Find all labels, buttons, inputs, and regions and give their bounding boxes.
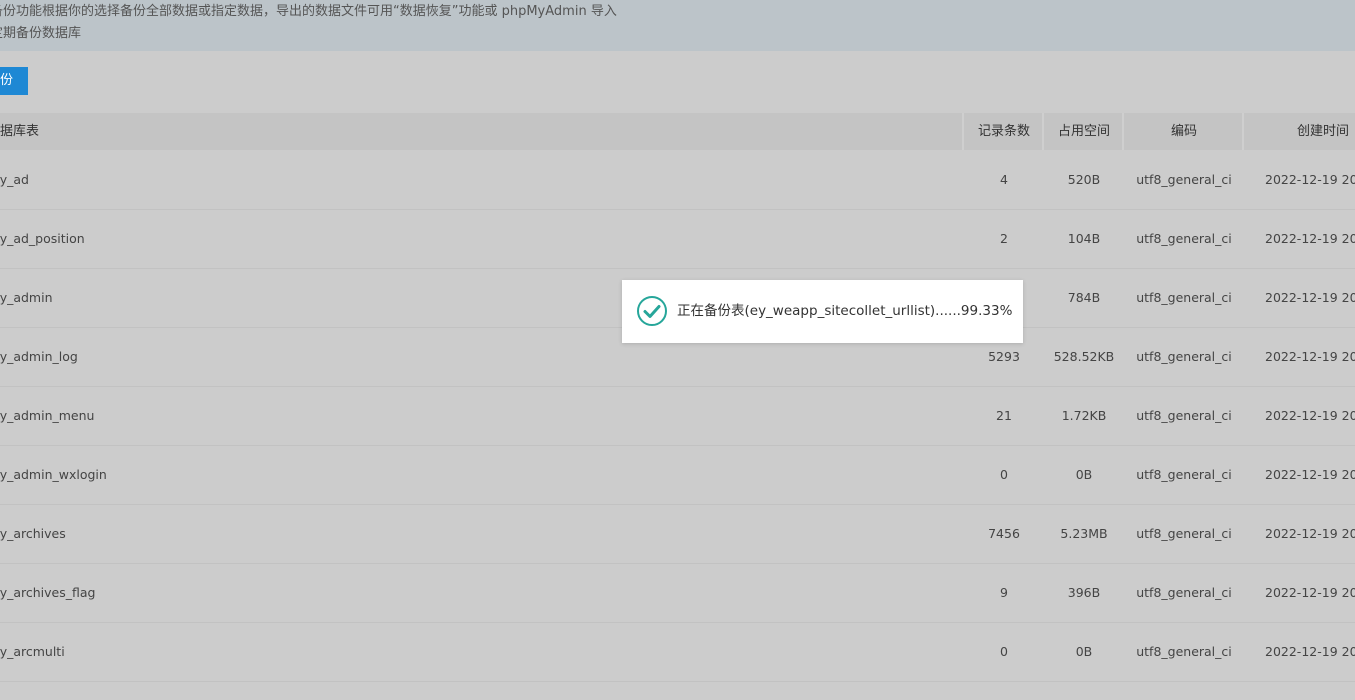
cell-created-time: 2022-12-19 20:3	[1265, 526, 1355, 541]
toast-message: 正在备份表(ey_weapp_sitecollet_urllist)......…	[677, 303, 1013, 319]
cell-table-name: ey_arcmulti	[0, 644, 65, 659]
cell-record-count: 0	[1000, 467, 1008, 482]
cell-table-name: ey_ad_position	[0, 231, 85, 246]
cell-table-name: ey_ad	[0, 172, 29, 187]
cell-encoding: utf8_general_ci	[1136, 349, 1232, 364]
cell-created-time: 2022-12-19 20:3	[1265, 290, 1355, 305]
cell-encoding: utf8_general_ci	[1136, 290, 1232, 305]
cell-record-count: 0	[1000, 644, 1008, 659]
header-table-name[interactable]: 数据库表	[0, 113, 39, 150]
cell-created-time: 2022-12-19 20:3	[1265, 644, 1355, 659]
cell-encoding: utf8_general_ci	[1136, 526, 1232, 541]
cell-space: 5.23MB	[1060, 526, 1108, 541]
cell-space: 0B	[1075, 644, 1093, 659]
cell-space: 104B	[1067, 231, 1101, 246]
cell-record-count: 9	[1000, 585, 1008, 600]
table-row[interactable]: ey_ad_position 2 104B utf8_general_ci 2022-1…	[0, 209, 1355, 269]
cell-space: 520B	[1067, 172, 1101, 187]
header-divider	[1242, 113, 1244, 150]
cell-encoding: utf8_general_ci	[1136, 231, 1232, 246]
table-row[interactable]: ey_admin_wxlogin 0 0B utf8_general_ci 2022-1…	[0, 445, 1355, 505]
table-row[interactable]: ey_ad 4 520B utf8_general_ci 2022-12-19 20:3	[0, 150, 1355, 210]
cell-created-time: 2022-12-19 20:3	[1265, 585, 1355, 600]
check-circle-icon	[637, 296, 667, 326]
cell-encoding: utf8_general_ci	[1136, 172, 1232, 187]
table-row[interactable]: ey_archives_flag 9 396B utf8_general_ci 2022…	[0, 563, 1355, 623]
cell-table-name: ey_admin_wxlogin	[0, 467, 107, 482]
cell-created-time: 2022-12-19 20:3	[1265, 408, 1355, 423]
cell-created-time: 2022-12-19 20:3	[1265, 231, 1355, 246]
cell-space: 528.52KB	[1053, 349, 1115, 364]
cell-created-time: 2022-12-19 20:3	[1265, 172, 1355, 187]
cell-space: 0B	[1075, 467, 1093, 482]
cell-space: 784B	[1067, 290, 1101, 305]
table-row[interactable]: ey_admin_menu 21 1.72KB utf8_general_ci 2022…	[0, 386, 1355, 446]
cell-table-name: ey_admin	[0, 290, 53, 305]
cell-record-count: 4	[1000, 172, 1008, 187]
cell-encoding: utf8_general_ci	[1136, 408, 1232, 423]
cell-created-time: 2022-12-19 20:3	[1265, 467, 1355, 482]
header-record-count[interactable]: 记录条数	[964, 113, 1044, 150]
header-created-time[interactable]: 创建时间	[1297, 113, 1349, 150]
cell-table-name: ey_archives	[0, 526, 66, 541]
backup-button-label: 备份	[0, 73, 14, 88]
cell-encoding: utf8_general_ci	[1136, 467, 1232, 482]
tips-panel: 备份功能根据你的选择备份全部数据或指定数据，导出的数据文件可用“数据恢复”功能或…	[0, 0, 1355, 51]
tip-line-1: 备份功能根据你的选择备份全部数据或指定数据，导出的数据文件可用“数据恢复”功能或…	[0, 4, 617, 19]
cell-table-name: ey_archives_flag	[0, 585, 96, 600]
cell-space: 396B	[1067, 585, 1101, 600]
cell-created-time: 2022-12-19 20:3	[1265, 349, 1355, 364]
cell-table-name: ey_admin_menu	[0, 408, 95, 423]
table-row[interactable]: ey_arcmulti 0 0B utf8_general_ci 2022-12-19 …	[0, 622, 1355, 682]
backup-progress-toast: 正在备份表(ey_weapp_sitecollet_urllist)......…	[622, 280, 1023, 343]
cell-table-name: ey_admin_log	[0, 349, 78, 364]
cell-encoding: utf8_general_ci	[1136, 644, 1232, 659]
header-encoding[interactable]: 编码	[1124, 113, 1244, 150]
backup-button[interactable]: 备份	[0, 67, 28, 95]
cell-record-count: 7456	[988, 526, 1020, 541]
cell-encoding: utf8_general_ci	[1136, 585, 1232, 600]
tip-line-2: 定期备份数据库	[0, 26, 82, 41]
table-header: 数据库表 记录条数 占用空间 编码 创建时间	[0, 113, 1355, 150]
header-space[interactable]: 占用空间	[1044, 113, 1124, 150]
backup-page: 备份功能根据你的选择备份全部数据或指定数据，导出的数据文件可用“数据恢复”功能或…	[0, 0, 1355, 700]
cell-record-count: 2	[1000, 231, 1008, 246]
table-row[interactable]: ey_archives 7456 5.23MB utf8_general_ci 2022…	[0, 504, 1355, 564]
cell-space: 1.72KB	[1061, 408, 1107, 423]
cell-record-count: 21	[996, 408, 1012, 423]
